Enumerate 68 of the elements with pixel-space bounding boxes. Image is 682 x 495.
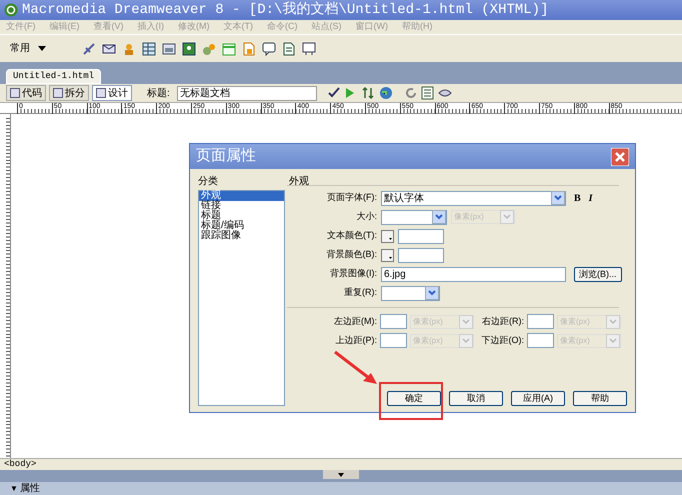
- color-picker-icon[interactable]: [381, 230, 394, 242]
- dialog-button[interactable]: 取消: [449, 390, 503, 406]
- dialog-button[interactable]: 应用(A): [511, 390, 565, 406]
- globe-icon[interactable]: [378, 86, 393, 100]
- color-picker-icon[interactable]: [381, 248, 394, 262]
- category-dropdown[interactable]: 常用: [10, 41, 46, 56]
- field-label: 页面字体(F):: [326, 191, 377, 204]
- document-icon[interactable]: [242, 42, 256, 56]
- color-field[interactable]: [398, 248, 444, 262]
- document-tab[interactable]: Untitled-1.html: [6, 69, 102, 84]
- view-tab[interactable]: 设计: [92, 85, 132, 101]
- category-item[interactable]: 链接: [199, 201, 284, 211]
- view-icon: [96, 88, 106, 98]
- tag-selector[interactable]: <body>: [4, 458, 36, 472]
- field-label: 大小:: [355, 210, 377, 224]
- color-field[interactable]: [398, 228, 444, 244]
- comment-icon[interactable]: [262, 42, 276, 56]
- field-label: 右边距(R):: [481, 314, 524, 328]
- browse-button[interactable]: 浏览(B)...: [574, 266, 622, 282]
- caret-icon[interactable]: [338, 472, 344, 476]
- category-item[interactable]: 外观: [199, 191, 284, 201]
- margin-field[interactable]: [527, 333, 554, 348]
- section-heading: 外观: [287, 174, 619, 186]
- refresh-icon[interactable]: [404, 86, 418, 100]
- margin-field[interactable]: [380, 314, 407, 329]
- arrow-annotation: [333, 350, 379, 386]
- margin-field[interactable]: [380, 333, 407, 348]
- app-logo-icon[interactable]: [4, 3, 18, 17]
- view-tab[interactable]: 拆分: [49, 85, 89, 101]
- field-label: 重复(R):: [343, 286, 377, 300]
- title-label: 标题:: [147, 86, 170, 100]
- category-item[interactable]: 标题/编码: [199, 221, 284, 231]
- field-label: 下边距(O):: [480, 334, 524, 347]
- dialog-title: 页面属性: [196, 146, 256, 166]
- view-icon: [10, 88, 20, 98]
- title-field[interactable]: 无标题文档: [176, 86, 317, 100]
- list-icon[interactable]: [420, 86, 435, 100]
- size-dropdown[interactable]: [381, 210, 447, 224]
- field-label: 左边距(M):: [333, 314, 377, 328]
- field-label: 背景图像(I):: [329, 267, 377, 280]
- dialog-button[interactable]: 帮助: [573, 390, 627, 406]
- window-title: Macromedia Dreamweaver 8 - [D:\我的文档\Untitled-1.html (XHTML)]: [22, 0, 548, 20]
- table-icon[interactable]: [142, 42, 156, 56]
- calendar-icon[interactable]: [222, 42, 236, 56]
- image-path-field[interactable]: 6.jpg: [381, 266, 566, 282]
- field-label: 背景颜色(B):: [326, 248, 377, 262]
- check-icon[interactable]: [328, 86, 342, 100]
- file-transfer-icon[interactable]: [362, 86, 376, 100]
- view-icon: [53, 88, 63, 98]
- category-item[interactable]: 标题: [199, 211, 284, 221]
- field-label: 上边距(P):: [334, 334, 377, 347]
- margin-field[interactable]: [527, 314, 554, 329]
- category-item[interactable]: 跟踪图像: [199, 231, 284, 241]
- image-icon[interactable]: [182, 42, 196, 56]
- panel-title: 属性: [20, 482, 40, 495]
- field-label: 文本颜色(T):: [326, 229, 377, 242]
- collapse-handle[interactable]: [323, 470, 359, 479]
- collapse-arrow[interactable]: ▼: [10, 482, 18, 494]
- italic-button[interactable]: I: [588, 190, 593, 206]
- bold-button[interactable]: B: [574, 190, 581, 206]
- font-dropdown[interactable]: 默认字体: [381, 190, 566, 206]
- caret-icon[interactable]: [38, 46, 46, 51]
- repeat-dropdown[interactable]: [381, 286, 440, 300]
- close-icon[interactable]: [611, 148, 629, 166]
- category-heading: 分类: [198, 174, 219, 189]
- dialog-button[interactable]: 确定: [387, 390, 441, 406]
- view-tab[interactable]: 代码: [6, 85, 46, 101]
- mail-icon[interactable]: [102, 42, 116, 56]
